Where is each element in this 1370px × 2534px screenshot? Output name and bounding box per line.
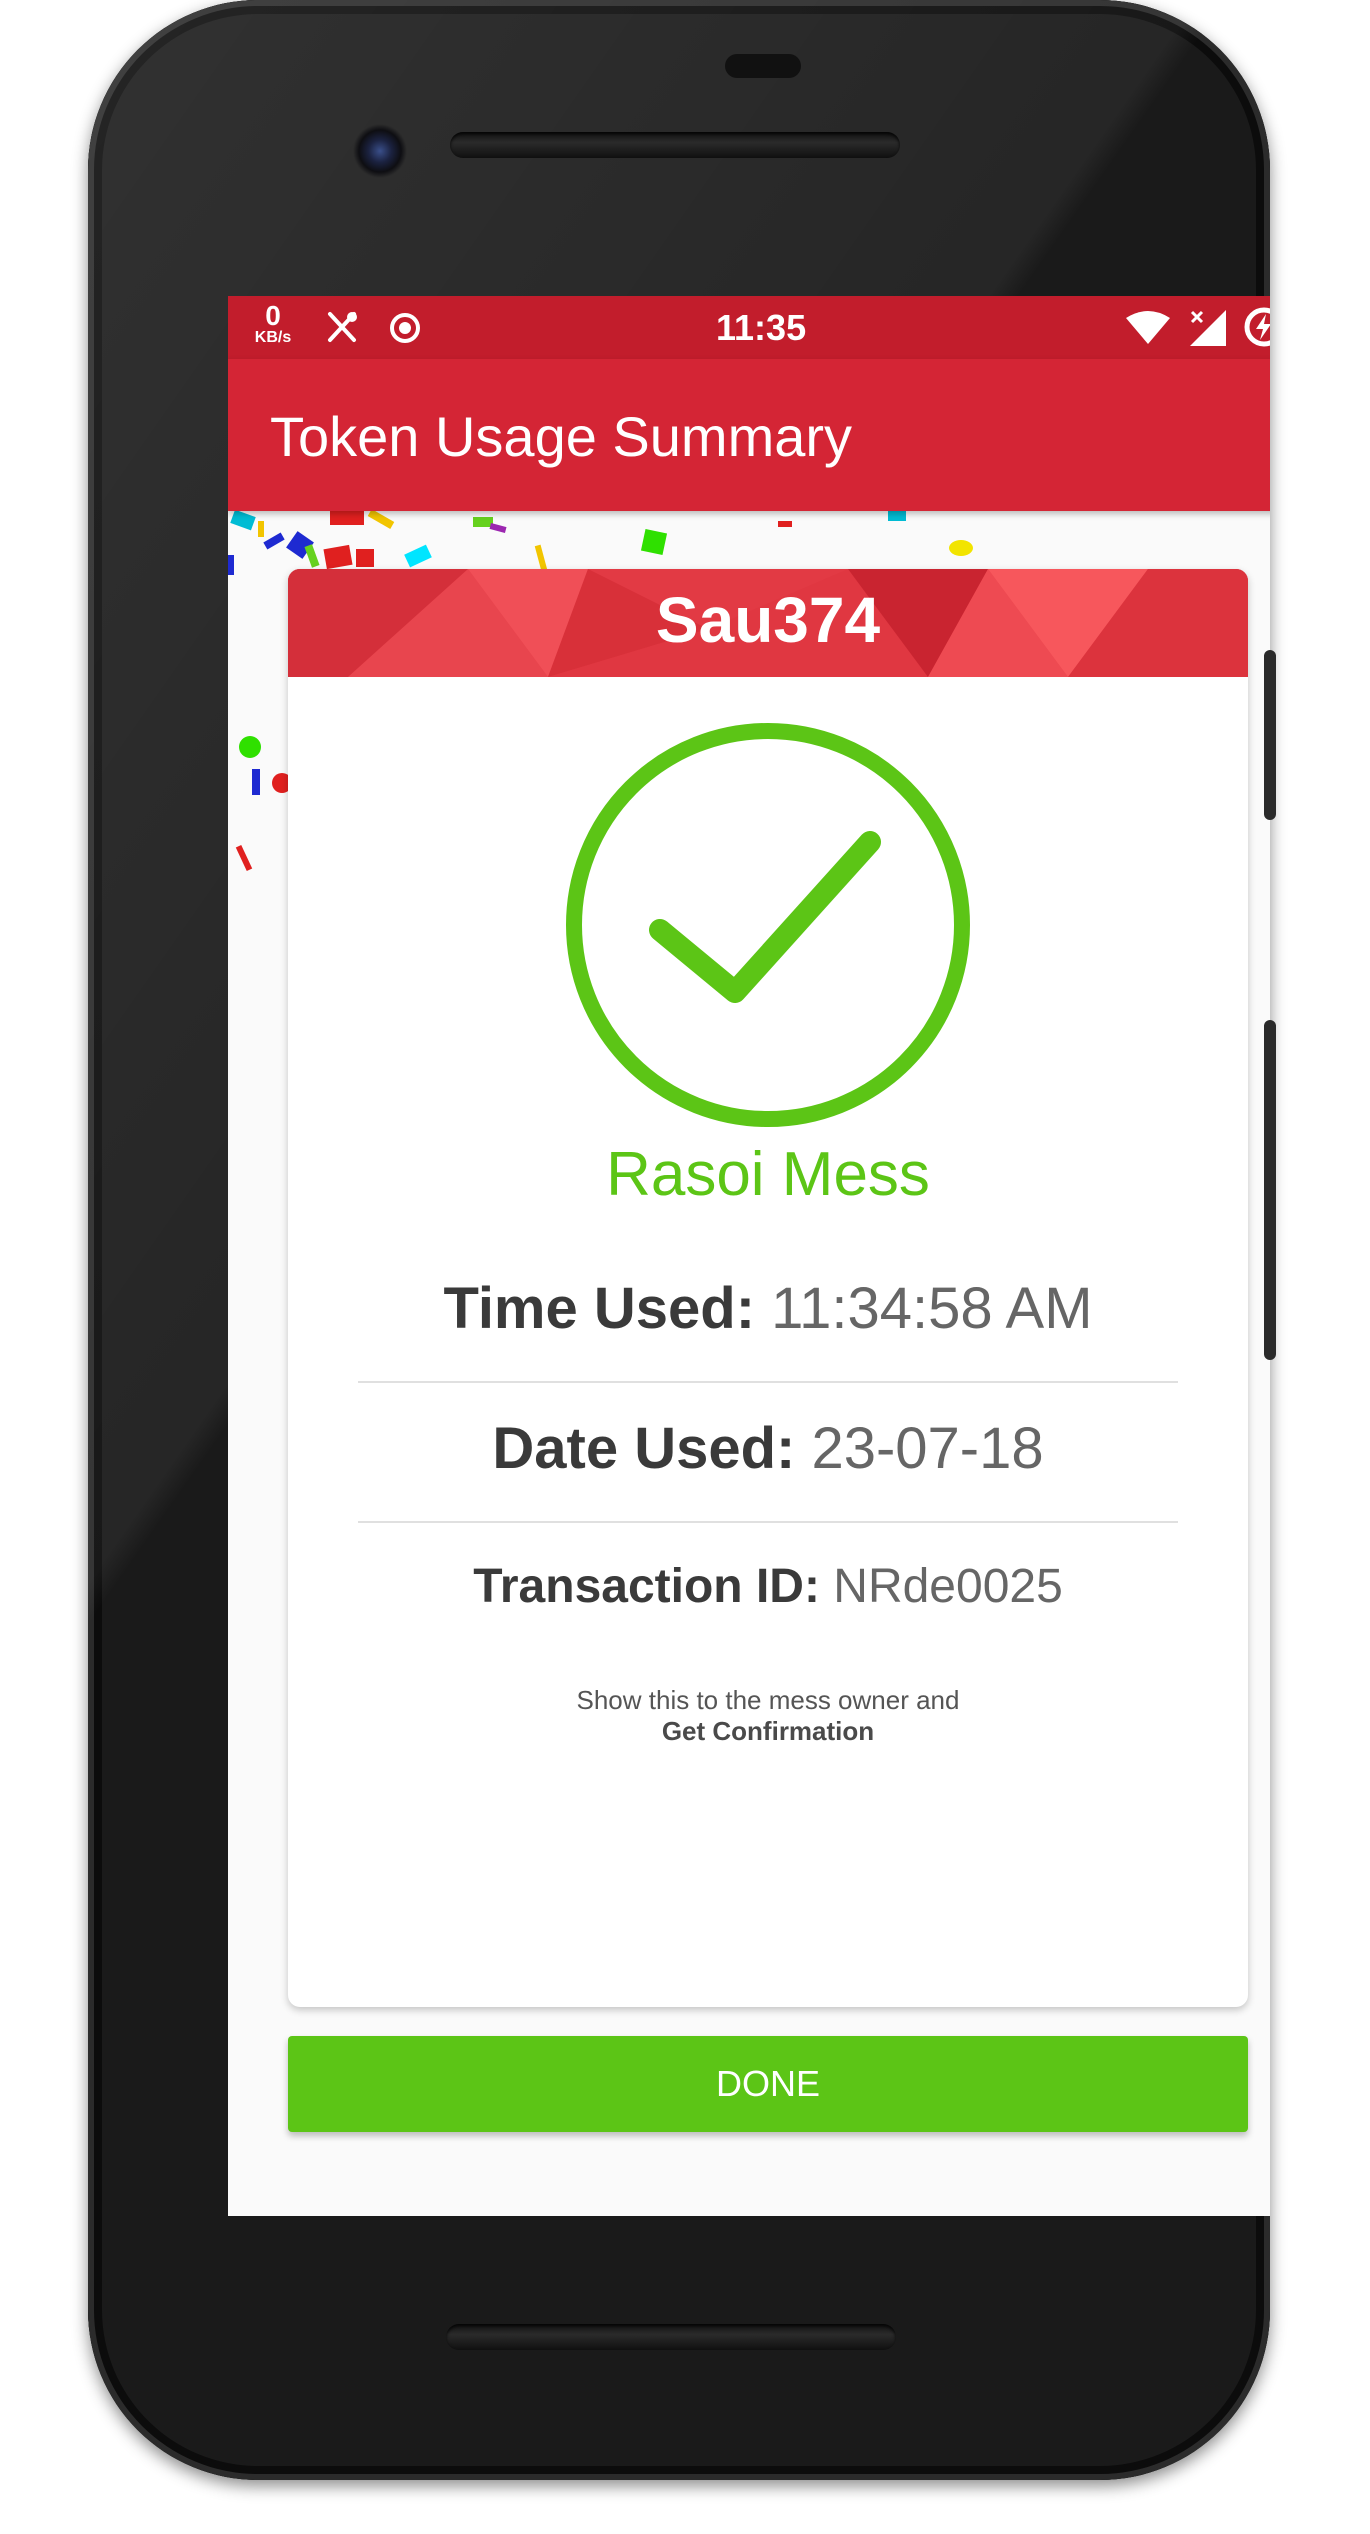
record-icon [390,313,420,343]
time-used-label: Time Used: [443,1276,756,1341]
cell-signal-icon [1190,310,1226,346]
token-summary-card: Sau374 Rasoi Mess Time Used: 11:34:58 AM… [288,569,1248,2007]
app-bar: Token Usage Summary [228,359,1270,511]
card-header: Sau374 [288,569,1248,677]
transaction-id-label: Transaction ID: [473,1560,820,1613]
fork-knife-icon [328,312,357,342]
proximity-sensor [725,54,801,78]
status-bar: 0 KB/s 11:35 [228,296,1270,359]
page-title: Token Usage Summary [270,405,853,468]
check-circle-icon [566,723,970,1127]
phone-frame: 0 KB/s 11:35 Token Usage Summary Sau374 … [88,0,1270,2480]
transaction-id-value: NRde0025 [833,1560,1063,1613]
network-speed-unit: KB/s [254,329,292,346]
transaction-id-row: Transaction ID: NRde0025 [288,1559,1248,1614]
hint-text: Show this to the mess owner and [576,1685,960,1715]
network-speed: 0 KB/s [248,302,298,346]
mess-name: Rasoi Mess [606,1140,930,1209]
battery-charging-icon [1244,307,1270,347]
hint-emphasis: Get Confirmation [661,1716,875,1747]
network-speed-value: 0 [265,300,281,331]
front-camera [353,124,407,178]
divider [358,1521,1178,1523]
top-speaker [450,132,900,158]
done-button[interactable]: DONE [288,2036,1248,2132]
bottom-speaker [446,2324,896,2350]
time-used-value: 11:34:58 AM [771,1276,1093,1341]
confirmation-hint: Show this to the mess owner and Get Conf… [288,1685,1248,1747]
date-used-label: Date Used: [492,1416,796,1481]
time-used-row: Time Used: 11:34:58 AM [288,1275,1248,1342]
date-used-row: Date Used: 23-07-18 [288,1415,1248,1482]
wifi-icon [1126,311,1170,344]
divider [358,1381,1178,1383]
date-used-value: 23-07-18 [811,1416,1044,1481]
status-time: 11:35 [716,307,807,348]
app-screen: 0 KB/s 11:35 Token Usage Summary Sau374 … [228,296,1270,2216]
user-code: Sau374 [655,584,881,656]
